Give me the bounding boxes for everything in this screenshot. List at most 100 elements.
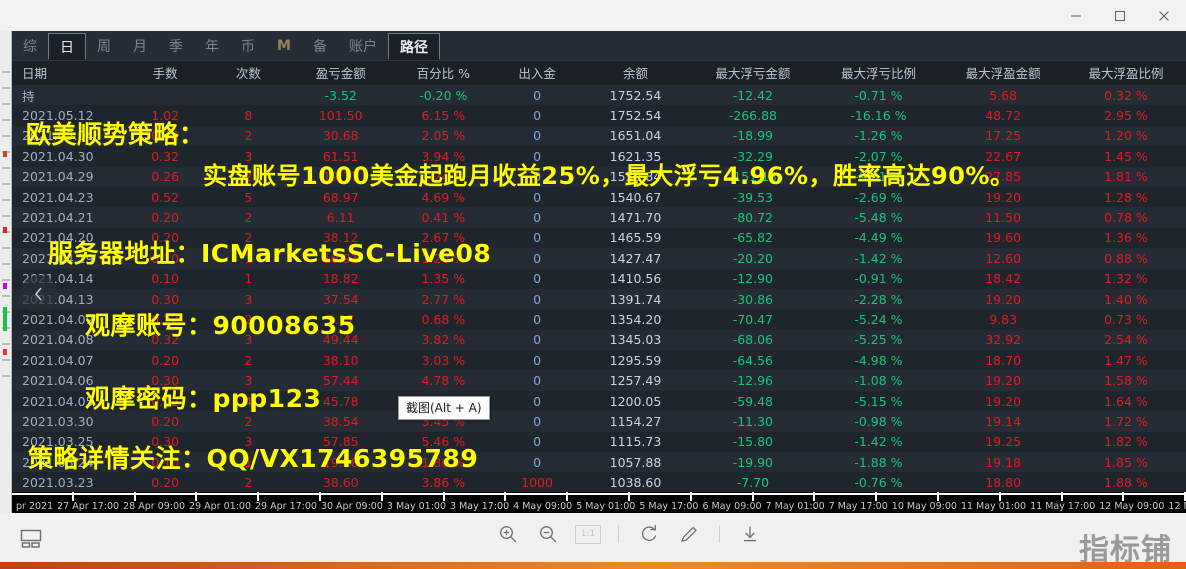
- axis-tick-label: 7 May 01:00: [765, 501, 825, 512]
- window-titlebar: [0, 0, 1186, 31]
- edit-pencil-icon[interactable]: [676, 521, 702, 547]
- axis-tick-label: 30 Apr 09:00: [320, 501, 383, 512]
- cell-deposit: 0: [492, 125, 582, 147]
- col-max-float-percent[interactable]: 最大浮盈比例: [1066, 61, 1186, 85]
- zoom-in-icon[interactable]: [495, 521, 521, 547]
- cell-lots: 0.20: [120, 472, 210, 493]
- close-icon[interactable]: [1142, 0, 1186, 31]
- maximize-icon[interactable]: [1098, 0, 1142, 31]
- cell-max-drawdown-pct: -2.28 %: [816, 288, 941, 310]
- cell-deposit: 0: [492, 452, 582, 473]
- cell-max-float-profit: 19.20: [940, 370, 1066, 391]
- download-icon[interactable]: [737, 521, 763, 547]
- zoom-out-icon[interactable]: [535, 521, 561, 547]
- cell-balance: 1427.47: [581, 248, 690, 269]
- cell-balance: 1465.59: [581, 227, 690, 249]
- cell-max-float-profit: 19.18: [940, 452, 1066, 473]
- axis-tick-labels: pr 2021 27 Apr 17:00 28 Apr 09:00 29 Apr 01…: [12, 501, 1186, 513]
- cell-lots: 0.20: [120, 350, 210, 371]
- col-lots[interactable]: 手数: [121, 61, 210, 85]
- col-balance[interactable]: 余额: [582, 61, 689, 85]
- cell-max-drawdown: -65.82: [689, 227, 817, 249]
- cell-max-float-pct: 1.20 %: [1065, 125, 1186, 147]
- tab-m[interactable]: M: [266, 31, 302, 60]
- rotate-icon[interactable]: [636, 521, 662, 547]
- tab-bi[interactable]: 币: [230, 31, 266, 60]
- cell-max-drawdown: -11.30: [689, 411, 817, 432]
- cell-max-float-profit: 19.60: [940, 227, 1066, 249]
- tab-zhanghu[interactable]: 账户: [338, 31, 388, 60]
- col-max-drawdown-amount[interactable]: 最大浮亏金额: [689, 61, 816, 85]
- tab-lujing[interactable]: 路径: [388, 33, 440, 60]
- tab-nian[interactable]: 年: [194, 31, 230, 60]
- tab-bei[interactable]: 备: [302, 31, 338, 60]
- actual-size-button[interactable]: 1:1: [575, 524, 601, 544]
- tab-yue[interactable]: 月: [122, 31, 158, 60]
- cell-max-float-pct: 1.58 %: [1065, 370, 1186, 391]
- cell-max-float-pct: 1.36 %: [1065, 227, 1186, 249]
- tab-ji[interactable]: 季: [158, 31, 194, 60]
- table-row[interactable]: 2021.03.23 0.20 2 38.60 3.86 % 1000 1038.60 -7.…: [12, 472, 1186, 493]
- presentation-icon[interactable]: [14, 523, 48, 553]
- tab-zhou[interactable]: 周: [86, 31, 122, 60]
- table-row[interactable]: 2021.04.07 0.20 2 38.10 3.03 % 0 1295.59 -64.56…: [12, 350, 1186, 371]
- cell-max-float-pct: 1.72 %: [1065, 411, 1186, 432]
- cell-max-float-pct: 0.78 %: [1065, 207, 1186, 228]
- table-row[interactable]: 2021.04.14 0.10 1 18.82 1.35 % 0 1410.56 -12.90…: [12, 268, 1186, 289]
- cell-max-float-pct: 1.64 %: [1065, 390, 1186, 412]
- cell-balance: 1057.88: [581, 452, 690, 473]
- bottom-toolbar: 1:1 指标铺: [0, 513, 1186, 569]
- promo-line-0: 欧美顺势策略：: [26, 120, 205, 149]
- cell-max-drawdown: -18.99: [689, 125, 817, 147]
- table-row[interactable]: 2021.04.21 0.20 2 6.11 0.41 % 0 1471.70 -80.72-…: [12, 207, 1186, 228]
- cell-balance: 1651.04: [581, 125, 690, 147]
- rail-speck: [3, 307, 7, 331]
- cell-percent: 3.86 %: [394, 472, 493, 493]
- col-date[interactable]: 日期: [12, 61, 121, 85]
- cell-max-drawdown-pct: -0.76 %: [816, 472, 941, 493]
- axis-tick-label: 28 Apr 09:00: [123, 501, 186, 512]
- screenshot-tooltip: 截图(Alt + A): [398, 396, 490, 420]
- axis-tick-label: 10 May 09:00: [891, 501, 957, 512]
- col-profit-loss[interactable]: 盈亏金额: [287, 61, 394, 85]
- cell-deposit: 0: [492, 309, 582, 330]
- cell-max-drawdown: -7.70: [689, 472, 817, 493]
- cell-lots: 0.52: [120, 186, 210, 208]
- cell-max-drawdown-pct: -1.88 %: [816, 452, 941, 473]
- col-max-float-profit[interactable]: 最大浮盈金额: [940, 61, 1066, 85]
- cell-profit-loss: 18.82: [287, 268, 395, 289]
- axis-tick-label: 3 May 01:00: [386, 501, 447, 512]
- cell-deposit: 0: [492, 227, 582, 249]
- col-max-drawdown-percent[interactable]: 最大浮亏比例: [817, 61, 941, 85]
- axis-tick-label: 3 May 17:00: [450, 501, 510, 512]
- cell-max-drawdown-pct: -1.26 %: [816, 125, 941, 147]
- cell-lots: 0.26: [120, 166, 210, 187]
- cell-percent: 6.15 %: [394, 105, 493, 126]
- cell-max-float-profit: 17.25: [940, 125, 1066, 147]
- table-row[interactable]: 持 -3.52 -0.20 % 0 1752.54 -12.42 -0.71 % 5.68 0.…: [12, 85, 1186, 106]
- cell-balance: 1471.70: [581, 207, 690, 228]
- cell-profit-loss: 38.10: [287, 350, 395, 371]
- axis-tick-label: 29 Apr 01:00: [189, 501, 251, 512]
- cell-max-float-profit: 9.83: [940, 309, 1066, 330]
- axis-tick-label: 5 May 01:00: [576, 501, 636, 512]
- cell-balance: 1752.54: [581, 105, 690, 126]
- axis-tick-label: 6 May 09:00: [702, 501, 762, 512]
- promo-line-1: 实盘账号1000美金起跑月收益25%，最大浮亏4.96%，胜率高达90%。: [203, 162, 1015, 190]
- col-percent[interactable]: 百分比 %: [394, 61, 492, 85]
- tab-zong[interactable]: 综: [12, 31, 48, 60]
- col-deposit-withdrawal[interactable]: 出入金: [492, 61, 582, 85]
- minimize-icon[interactable]: [1054, 0, 1098, 31]
- cell-max-drawdown: -30.86: [689, 288, 817, 310]
- cell-count: 2: [209, 207, 288, 228]
- prev-arrow-button[interactable]: [20, 275, 58, 313]
- cell-max-float-profit: 19.20: [940, 390, 1066, 412]
- col-count[interactable]: 次数: [210, 61, 287, 85]
- toolbar-divider: [719, 525, 720, 543]
- rail-speck: [3, 151, 7, 157]
- cell-percent: 2.05 %: [394, 125, 493, 147]
- axis-tick-label: 27 Apr 17:00: [57, 501, 120, 512]
- cell-percent: 0.41 %: [394, 207, 493, 228]
- cell-percent: 0.68 %: [394, 309, 493, 330]
- tab-ri[interactable]: 日: [48, 33, 86, 60]
